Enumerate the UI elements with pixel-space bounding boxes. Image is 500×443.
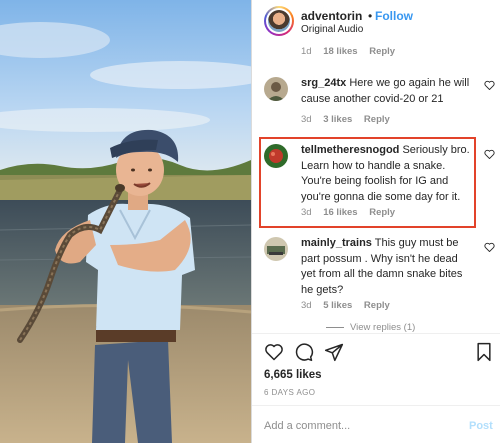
comment-text: mainly_trains This guy must be part poss… [301,236,473,298]
comment-input-divider [252,405,500,406]
post-button[interactable]: Post [469,420,493,432]
comment-username[interactable]: mainly_trains [301,237,372,249]
view-replies-link[interactable]: View replies (1) [326,322,415,333]
profile-avatar[interactable] [264,6,294,36]
post-video[interactable] [0,0,251,443]
comment-meta: 3d 3 likes Reply [301,114,399,125]
commenter-avatar[interactable] [264,77,288,101]
comment-highlight-box [259,137,476,228]
actions-divider [252,333,500,334]
heart-icon[interactable] [484,80,495,90]
reply-button[interactable]: Reply [369,46,395,57]
reply-button[interactable]: Reply [364,300,390,311]
follow-button[interactable]: Follow [375,9,413,23]
commenter-avatar[interactable] [264,237,288,261]
post-timestamp: 6 DAYS AGO [264,388,316,397]
view-replies-label: View replies (1) [350,322,416,333]
comment-age: 3d [301,300,312,311]
comment-text: srg_24tx Here we go again he will cause … [301,76,473,107]
audio-label[interactable]: Original Audio [301,24,363,35]
comment-likes[interactable]: 18 likes [323,46,357,57]
bookmark-icon[interactable] [474,342,494,362]
comment-age: 1d [301,46,312,57]
comment-meta: 3d 5 likes Reply [301,300,399,311]
reply-button[interactable]: Reply [364,114,390,125]
video-frame [0,0,251,443]
separator-dot: • [368,9,373,23]
comment-input[interactable]: Add a comment... [264,420,350,432]
comments-panel: adventorin • Follow Original Audio 1d 18… [252,0,500,443]
heart-icon[interactable] [484,149,495,159]
likes-count[interactable]: 6,665 likes [264,369,322,381]
comment-username[interactable]: srg_24tx [301,77,346,89]
heart-icon[interactable] [484,242,495,252]
share-icon[interactable] [324,342,344,362]
heart-icon[interactable] [264,342,284,362]
comment-icon[interactable] [294,342,314,362]
action-bar [252,342,500,366]
post-username[interactable]: adventorin [301,9,362,23]
comment-likes[interactable]: 3 likes [323,114,352,125]
comment-age: 3d [301,114,312,125]
post-header: adventorin • Follow Original Audio [252,0,500,40]
comment-meta-partial: 1d 18 likes Reply [301,46,404,57]
comment-likes[interactable]: 5 likes [323,300,352,311]
